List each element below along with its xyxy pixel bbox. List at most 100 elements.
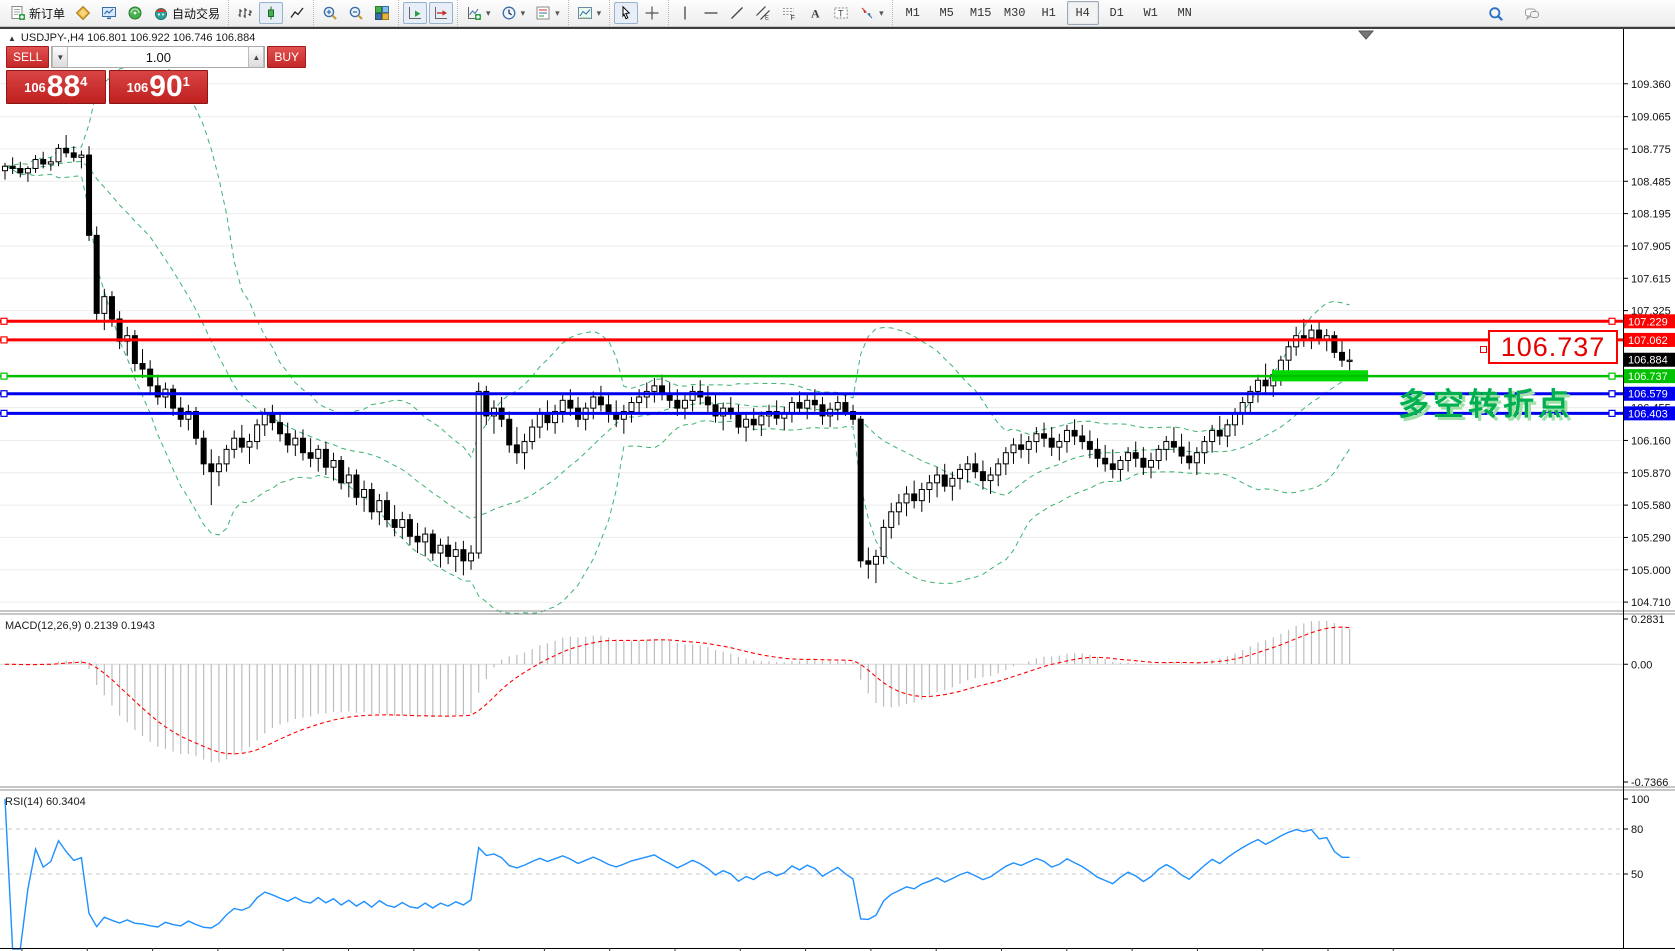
- profiles-button[interactable]: [71, 2, 95, 24]
- sell-button[interactable]: SELL: [6, 46, 49, 68]
- candle: [935, 467, 940, 497]
- hline-handle[interactable]: [1609, 410, 1615, 416]
- indicators-button[interactable]: ▾: [462, 2, 495, 24]
- text-button[interactable]: A: [803, 2, 827, 24]
- candle: [667, 382, 672, 408]
- candle: [942, 464, 947, 492]
- hline-handle[interactable]: [1609, 391, 1615, 397]
- candle: [652, 378, 657, 403]
- price-tick-label: 105.870: [1631, 468, 1671, 480]
- objects-list-button[interactable]: ▾: [573, 2, 606, 24]
- sell-price-tile[interactable]: 106884: [6, 70, 106, 104]
- candle: [873, 550, 878, 583]
- hline-handle[interactable]: [1, 410, 7, 416]
- macd-histogram: [5, 621, 1350, 762]
- candle: [759, 411, 764, 436]
- timeframe-button-H4[interactable]: H4: [1067, 1, 1099, 25]
- candle: [87, 146, 92, 241]
- collapse-quotes-icon[interactable]: ▲: [8, 34, 16, 43]
- candle: [530, 419, 535, 449]
- timeframe-button-M5[interactable]: M5: [931, 1, 963, 25]
- hline-handle[interactable]: [1, 318, 7, 324]
- crosshair-button[interactable]: [640, 2, 664, 24]
- chart-shift-marker[interactable]: [1359, 31, 1373, 39]
- chat-button[interactable]: [1520, 3, 1544, 25]
- periods-button[interactable]: ▾: [497, 2, 530, 24]
- timeframe-button-H1[interactable]: H1: [1033, 1, 1065, 25]
- candle: [1064, 425, 1069, 453]
- text-label-button[interactable]: T: [829, 2, 853, 24]
- layout-icon: [75, 5, 91, 21]
- horizontal-line-button[interactable]: [699, 2, 723, 24]
- buy-button[interactable]: BUY: [267, 46, 306, 68]
- timeframe-button-D1[interactable]: D1: [1101, 1, 1133, 25]
- new-order-button[interactable]: 新订单: [6, 2, 69, 24]
- hline-handle[interactable]: [1609, 318, 1615, 324]
- candlestick-icon: [263, 5, 279, 21]
- candle: [1187, 442, 1192, 470]
- timeframe-button-W1[interactable]: W1: [1135, 1, 1167, 25]
- auto-scroll-button[interactable]: [403, 2, 427, 24]
- autotrading-button[interactable]: 自动交易: [149, 2, 224, 24]
- price-callout-label[interactable]: 106.737: [1488, 330, 1618, 364]
- candle: [331, 453, 336, 481]
- channel-icon: E: [755, 5, 771, 21]
- zoom-out-button[interactable]: [344, 2, 368, 24]
- timeframe-button-M30[interactable]: M30: [999, 1, 1031, 25]
- candle: [79, 151, 84, 169]
- candle: [1110, 449, 1115, 478]
- candlestick-chart-button[interactable]: [259, 2, 283, 24]
- fibonacci-button[interactable]: F: [777, 2, 801, 24]
- vertical-line-button[interactable]: [673, 2, 697, 24]
- tile-windows-button[interactable]: [370, 2, 394, 24]
- candle: [621, 405, 626, 434]
- dropdown-caret-icon[interactable]: ▾: [486, 8, 491, 19]
- volume-increase-button[interactable]: ▲: [248, 47, 264, 67]
- timeframe-button-M15[interactable]: M15: [965, 1, 997, 25]
- toolbar-group: [398, 0, 457, 27]
- market-watch-icon: [101, 5, 117, 21]
- turning-point-annotation[interactable]: 多空转折点: [1398, 379, 1598, 424]
- candle: [255, 419, 260, 449]
- market-watch-button[interactable]: [97, 2, 121, 24]
- candle: [446, 536, 451, 564]
- candle: [789, 397, 794, 423]
- arrows-button[interactable]: ▾: [855, 2, 888, 24]
- line-chart-button[interactable]: [285, 2, 309, 24]
- dropdown-caret-icon[interactable]: ▾: [555, 8, 560, 19]
- hline-handle[interactable]: [1, 391, 7, 397]
- hline-handle[interactable]: [1609, 373, 1615, 379]
- candle: [453, 542, 458, 572]
- chart-shift-button[interactable]: [429, 2, 453, 24]
- timeframe-button-MN[interactable]: MN: [1169, 1, 1201, 25]
- volume-decrease-button[interactable]: ▼: [52, 47, 68, 67]
- dropdown-caret-icon[interactable]: ▾: [521, 8, 526, 19]
- dropdown-caret-icon[interactable]: ▾: [597, 8, 602, 19]
- candle: [1194, 447, 1199, 475]
- zoom-in-button[interactable]: [318, 2, 342, 24]
- dropdown-caret-icon[interactable]: ▾: [879, 8, 884, 19]
- candle: [560, 394, 565, 423]
- hline-handle[interactable]: [1, 373, 7, 379]
- candle: [285, 423, 290, 453]
- candle: [751, 408, 756, 430]
- bar-chart-button[interactable]: [233, 2, 257, 24]
- timeframe-button-M1[interactable]: M1: [897, 1, 929, 25]
- hline-handle[interactable]: [1, 337, 7, 343]
- price-tick-label: 108.775: [1631, 144, 1671, 156]
- buy-price-tile[interactable]: 106901: [109, 70, 209, 104]
- search-button[interactable]: [1484, 3, 1508, 25]
- templates-button[interactable]: ▾: [531, 2, 564, 24]
- current-price-badge-text: 106.884: [1628, 355, 1668, 367]
- price-tick-label: 105.290: [1631, 532, 1671, 544]
- trendline-button[interactable]: [725, 2, 749, 24]
- mt4-window: 新订单自动交易▾▾▾▾EFAT▾M1M5M15M30H1H4D1W1MN MAC…: [0, 0, 1675, 951]
- navigator-button[interactable]: [123, 2, 147, 24]
- toolbar-group: ▾ ▾ ▾: [457, 0, 568, 27]
- cursor-button[interactable]: [614, 2, 638, 24]
- candle: [1072, 419, 1077, 445]
- equidistant-channel-button[interactable]: E: [751, 2, 775, 24]
- rsi-tick-label: 100: [1631, 794, 1649, 806]
- volume-input[interactable]: [68, 47, 248, 67]
- candle: [56, 144, 61, 166]
